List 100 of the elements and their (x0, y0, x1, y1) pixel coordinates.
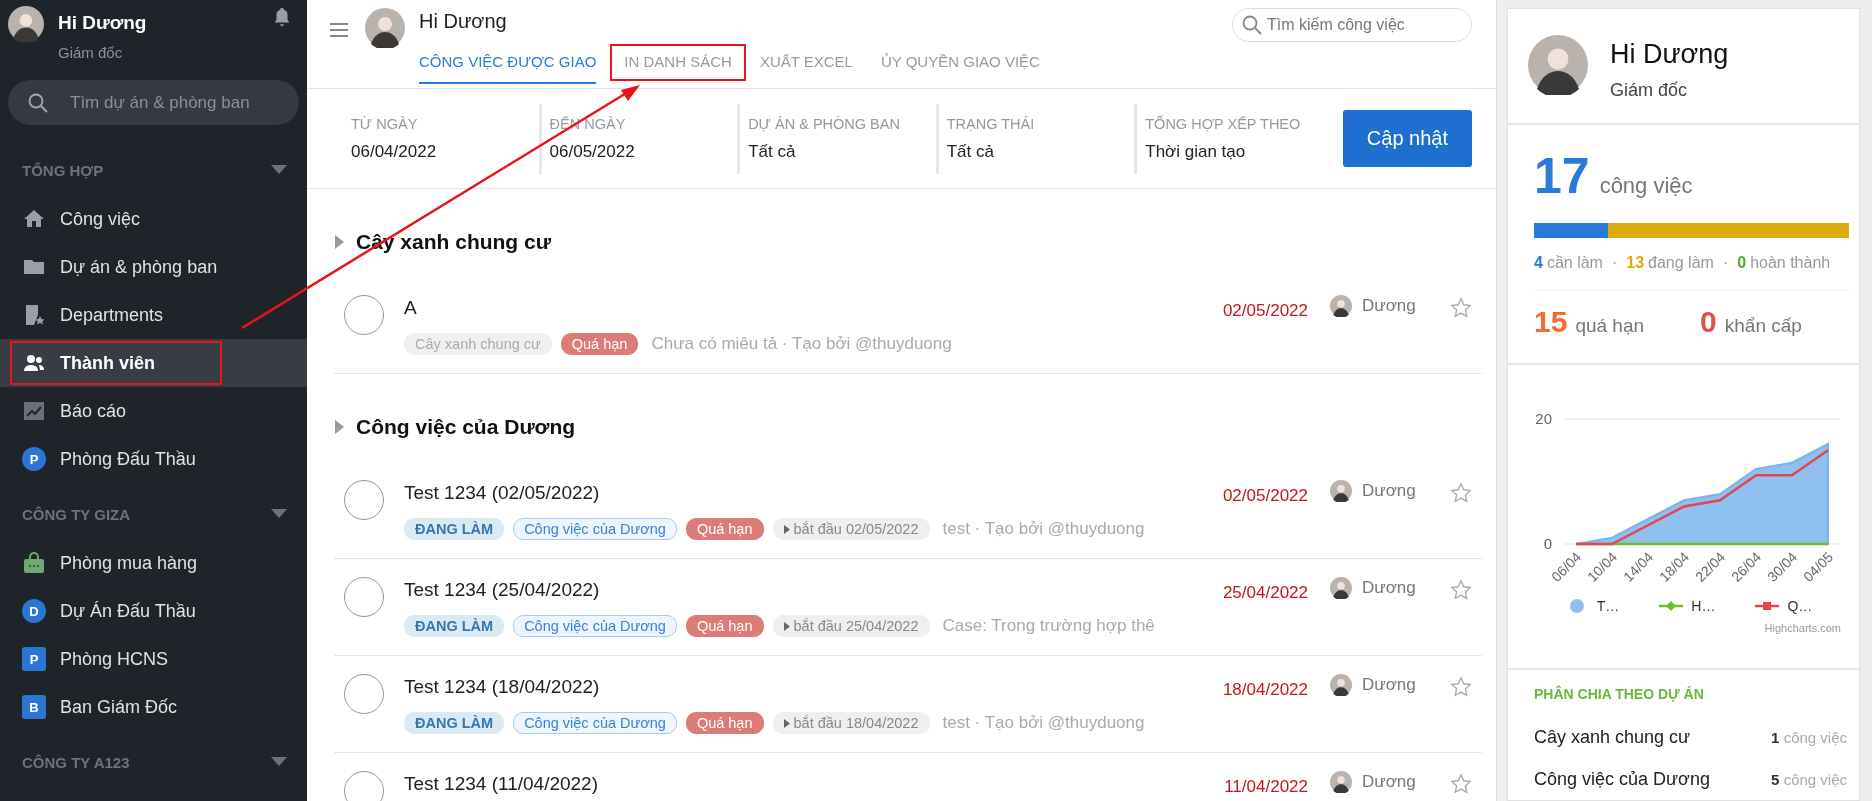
alert-count: 0 (1700, 305, 1717, 339)
task-checkbox[interactable] (344, 771, 384, 801)
play-icon (783, 621, 790, 631)
task-title[interactable]: A (404, 297, 1223, 319)
due-date: 25/04/2022 (1222, 583, 1308, 603)
square-marker-icon (1755, 599, 1780, 613)
task-checkbox[interactable] (344, 295, 384, 335)
tag: ĐANG LÀM (404, 615, 505, 637)
project-count: 5 công việc (1771, 770, 1847, 788)
chart-icon (22, 399, 46, 423)
user-name: Hi Dương (58, 12, 148, 34)
section-title: PHÂN CHIA THEO DỰ ÁN (1534, 686, 1705, 702)
filter-label: DỰ ÁN & PHÒNG BAN (748, 115, 901, 132)
tab[interactable]: CÔNG VIỆC ĐƯỢC GIAO (419, 41, 597, 84)
tag: Quá hạn (685, 712, 764, 734)
star-button[interactable] (1450, 297, 1472, 319)
sidebar-item[interactable]: Công việc (0, 195, 307, 243)
filter-value[interactable]: 06/05/2022 (549, 141, 738, 162)
tag: Quá hạn (560, 333, 639, 355)
filter-value[interactable]: Tất cả (946, 141, 1135, 162)
count-value: 4 (1534, 254, 1543, 272)
sidebar-item[interactable]: P Phòng HCNS (0, 635, 307, 683)
sidebar-item[interactable]: Departments (0, 291, 307, 339)
letter-icon: D (22, 599, 46, 623)
axis-label: 0 (1543, 535, 1552, 552)
due-date: 18/04/2022 (1222, 680, 1308, 700)
sidebar-item[interactable]: Dự án & phòng ban (0, 243, 307, 291)
filter-value[interactable]: Tất cả (748, 141, 936, 162)
task-description: test · Tạo bởi @thuyduong (942, 519, 1145, 539)
search-icon (1242, 15, 1262, 35)
sidebar-item[interactable]: Thành viên (0, 339, 307, 387)
project-count: 1 công việc (1771, 728, 1847, 746)
due-date: 02/05/2022 (1222, 486, 1308, 506)
search-field[interactable]: Tìm dự án & phòng ban (8, 80, 299, 125)
sidebar-item[interactable]: B Ban Giám Đốc (0, 683, 307, 731)
search-icon (28, 92, 48, 113)
separator: · (1611, 254, 1618, 272)
caret-icon[interactable] (271, 165, 287, 175)
assignee-name: Dương (1362, 296, 1416, 316)
tag: bắt đầu 25/04/2022 (772, 615, 930, 637)
tag: Công việc của Dương (513, 712, 677, 734)
caret-icon[interactable] (335, 235, 344, 249)
filter-value[interactable]: 06/04/2022 (351, 141, 539, 162)
task-checkbox[interactable] (344, 674, 384, 714)
filter-value[interactable]: Thời gian tạo (1145, 141, 1333, 162)
task-checkbox[interactable] (344, 480, 384, 520)
task-title[interactable]: Test 1234 (02/05/2022) (404, 482, 1223, 504)
due-date: 02/05/2022 (1222, 301, 1308, 321)
play-icon (783, 524, 790, 534)
caret-icon[interactable] (271, 509, 287, 519)
legend-item[interactable]: Q… (1755, 598, 1813, 614)
section-title: CÔNG TY GIZA (22, 505, 131, 523)
avatar (1330, 674, 1352, 696)
search-field[interactable]: Tìm kiếm công việc (1232, 8, 1472, 42)
profile-name: Hi Dương (1610, 39, 1729, 70)
due-date: 11/04/2022 (1224, 777, 1308, 797)
task-title[interactable]: Test 1234 (25/04/2022) (404, 579, 1223, 601)
sidebar-item[interactable]: D Dự Án Đấu Thầu (0, 587, 307, 635)
caret-icon[interactable] (335, 420, 344, 434)
tag: Cây xanh chung cư (404, 333, 552, 355)
star-button[interactable] (1450, 773, 1472, 795)
task-title[interactable]: Test 1234 (11/04/2022) (404, 773, 1225, 795)
separator: · (1722, 254, 1729, 272)
star-button[interactable] (1450, 482, 1472, 504)
user-role: Giám đốc (58, 44, 124, 61)
diamond-marker-icon (1659, 599, 1684, 613)
profile-role: Giám đốc (1610, 80, 1689, 101)
filter-label: TỪ NGÀY (351, 115, 419, 132)
task-total-label: công việc (1599, 173, 1693, 198)
axis-label: 20 (1535, 410, 1552, 427)
sidebar-item[interactable]: Báo cáo (0, 387, 307, 435)
assignee-name: Dương (1362, 481, 1416, 501)
task-description: test · Tạo bởi @thuyduong (942, 713, 1145, 733)
task-checkbox[interactable] (344, 577, 384, 617)
star-button[interactable] (1450, 676, 1472, 698)
tag: bắt đầu 02/05/2022 (772, 518, 930, 540)
alert-count: 15 (1534, 305, 1568, 339)
legend-item[interactable]: H… (1659, 598, 1716, 614)
letter-icon: B (22, 695, 46, 719)
count-value: 0 (1737, 254, 1747, 272)
sidebar-item[interactable]: P Phòng Đấu Thầu (0, 435, 307, 483)
task-title[interactable]: Test 1234 (18/04/2022) (404, 676, 1223, 698)
update-button[interactable]: Cập nhật (1342, 110, 1472, 167)
star-button[interactable] (1450, 579, 1472, 601)
tag: Quá hạn (685, 518, 764, 540)
caret-icon[interactable] (271, 757, 287, 767)
avatar (1330, 295, 1352, 317)
user-name: Hi Dương (419, 10, 508, 33)
avatar (1330, 480, 1352, 502)
tag: ĐANG LÀM (404, 518, 505, 540)
group-title: Công việc của Dương (356, 415, 576, 439)
avatar (1330, 771, 1352, 793)
bag-icon (22, 551, 46, 575)
section-title: TỔNG HỢP (22, 161, 104, 179)
tag: Quá hạn (685, 615, 764, 637)
section-title: CÔNG TY A123 (22, 753, 130, 771)
assignee-name: Dương (1362, 578, 1416, 598)
tag: Công việc của Dương (513, 615, 677, 637)
sidebar-item[interactable]: Phòng mua hàng (0, 539, 307, 587)
legend-item[interactable]: T… (1564, 598, 1620, 614)
